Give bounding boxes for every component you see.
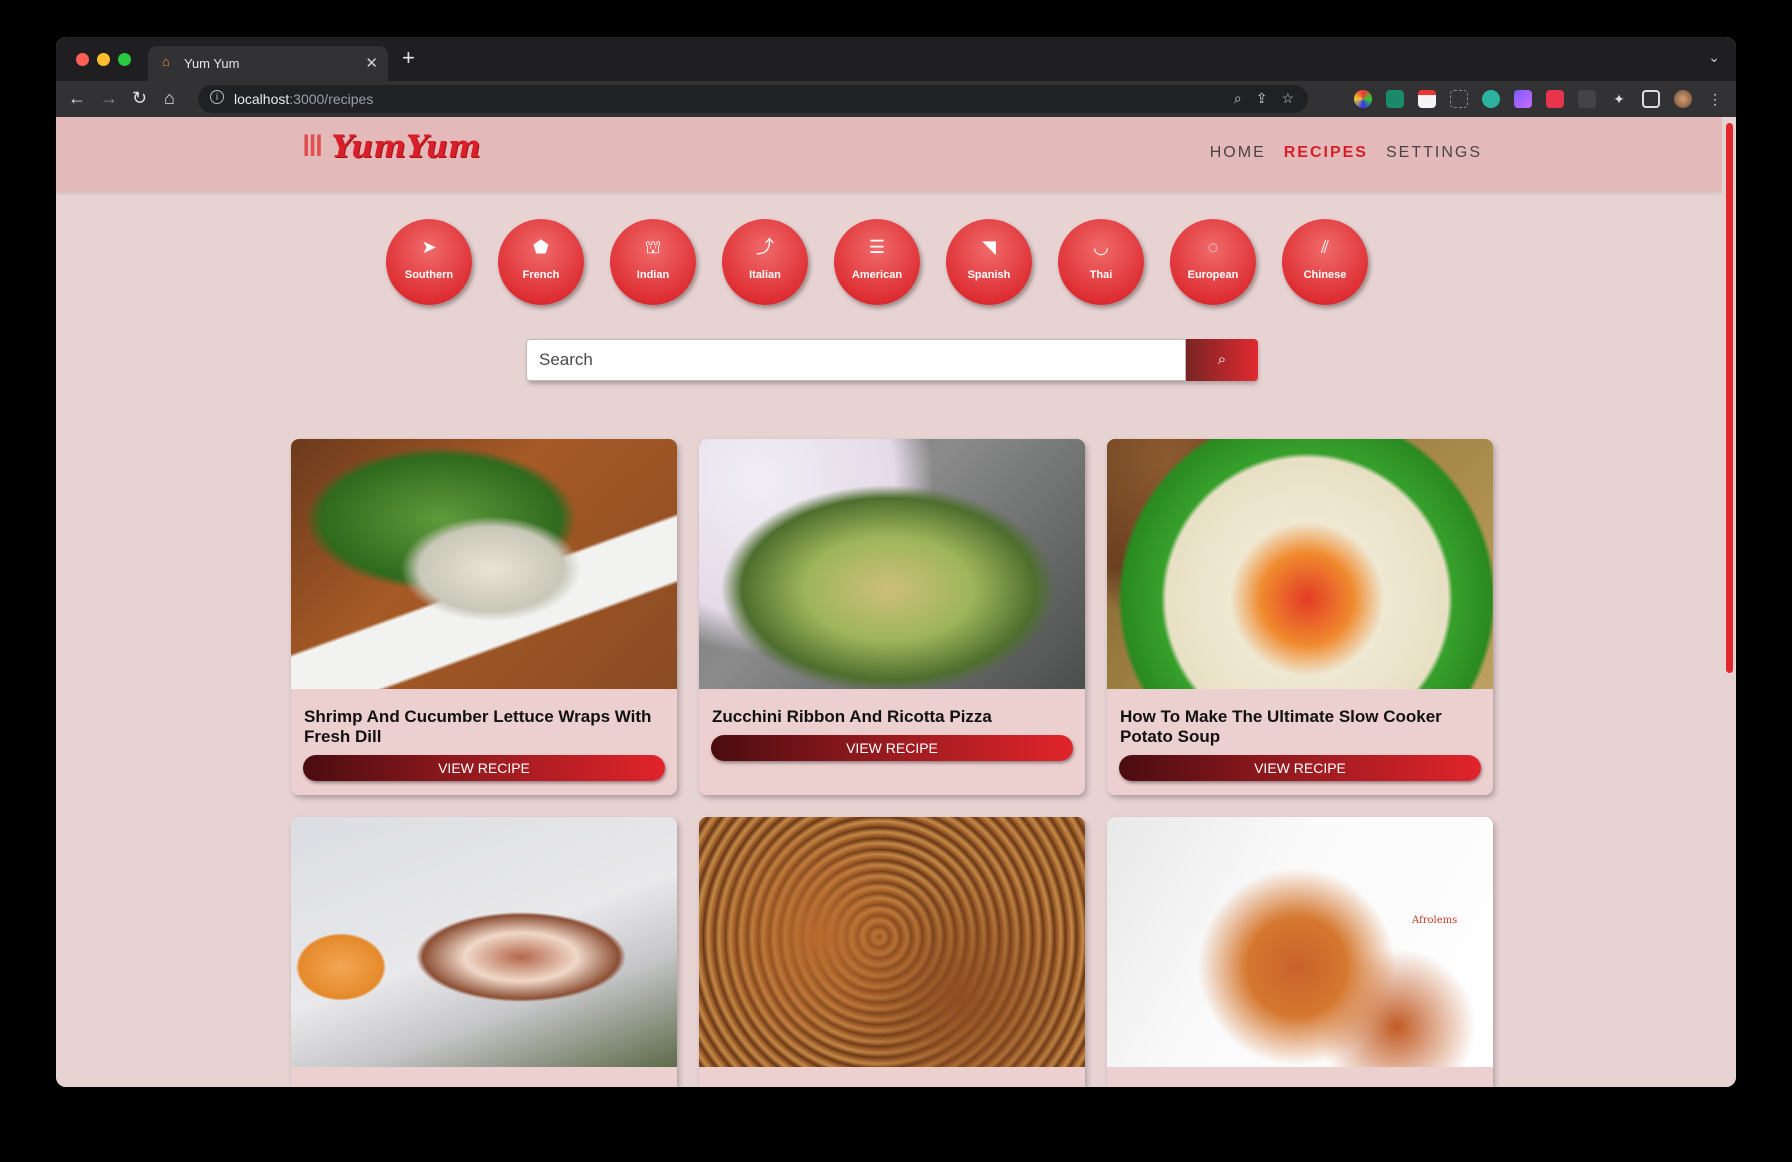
share-icon[interactable]: ⇪	[1256, 90, 1268, 107]
recipe-title: How To Make The Ultimate Slow Cooker Pot…	[1120, 707, 1442, 746]
chopsticks-icon: ⫽	[1320, 237, 1330, 257]
browser-tab[interactable]: ⌂ Yum Yum ✕	[148, 46, 388, 81]
view-recipe-button[interactable]: VIEW RECIPE	[711, 735, 1073, 761]
cuisine-indian[interactable]: ⛫ Indian	[610, 219, 696, 305]
site-info-icon[interactable]: i	[210, 90, 224, 104]
cuisine-filters: ➤ Southern ⬟ French ⛫ Indian ⤴ Italian ☰ Amer…	[386, 219, 1368, 305]
color-extension-icon[interactable]	[1354, 90, 1372, 108]
cuisine-label: Southern	[404, 269, 454, 281]
map-pin-icon: ➤	[421, 237, 437, 257]
reload-icon[interactable]: ↻	[132, 87, 147, 109]
recipe-title: Zucchini Ribbon And Ricotta Pizza	[712, 707, 992, 726]
spain-icon: ◥	[982, 237, 996, 257]
extension-icon[interactable]	[1386, 90, 1404, 108]
cuisine-european[interactable]: ◌ European	[1170, 219, 1256, 305]
image-watermark: Afrolems	[1412, 915, 1458, 926]
search-button[interactable]: ⌕	[1186, 339, 1258, 381]
recipe-image[interactable]	[291, 817, 677, 1067]
recipe-image[interactable]	[291, 439, 677, 689]
back-icon[interactable]: ←	[68, 87, 86, 109]
view-recipe-button[interactable]: VIEW RECIPE	[1119, 755, 1481, 781]
w-extension-icon[interactable]	[1482, 90, 1500, 108]
calendar-extension-icon[interactable]	[1418, 90, 1436, 108]
cuisine-chinese[interactable]: ⫽ Chinese	[1282, 219, 1368, 305]
recipe-grid: Shrimp And Cucumber Lettuce Wraps With F…	[291, 439, 1493, 1087]
dark-extension-icon[interactable]	[1578, 90, 1596, 108]
cuisine-label: French	[522, 269, 560, 281]
url-text: localhost:3000/recipes	[234, 91, 374, 107]
recipe-title: Shrimp And Cucumber Lettuce Wraps With F…	[304, 707, 652, 746]
cuisine-italian[interactable]: ⤴ Italian	[722, 219, 808, 305]
taj-mahal-icon: ⛫	[644, 237, 662, 257]
new-tab-icon[interactable]: +	[402, 47, 415, 69]
page-content: ǀǀǀ YumYum HOME RECIPES SETTINGS ➤ Southe…	[56, 117, 1722, 1087]
logo-text: YumYum	[331, 129, 481, 165]
bookmark-star-icon[interactable]: ☆	[1281, 90, 1294, 107]
page-scrollbar[interactable]	[1722, 117, 1736, 1087]
cuisine-label: Chinese	[1303, 269, 1347, 281]
screenshot-extension-icon[interactable]	[1450, 90, 1468, 108]
scrollbar-thumb[interactable]	[1726, 123, 1733, 673]
cuisine-southern[interactable]: ➤ Southern	[386, 219, 472, 305]
side-panel-icon[interactable]	[1642, 90, 1660, 108]
browser-toolbar: ← → ↻ ⌂ i localhost:3000/recipes ⌕ ⇪ ☆ ✦	[56, 81, 1736, 117]
italy-icon: ⤴	[756, 237, 774, 257]
recipe-card	[699, 817, 1085, 1087]
zoom-icon[interactable]: ⌕	[1234, 90, 1242, 107]
us-flag-icon: ☰	[868, 237, 886, 257]
recipe-image[interactable]	[699, 439, 1085, 689]
noodle-bowl-icon: ◡	[1093, 237, 1109, 257]
recipe-card: Zucchini Ribbon And Ricotta Pizza VIEW R…	[699, 439, 1085, 795]
cuisine-label: Thai	[1089, 269, 1113, 281]
tab-bar: ⌂ Yum Yum ✕ + ⌄	[56, 37, 1736, 81]
cuisine-label: Indian	[636, 269, 670, 281]
minimize-window-button[interactable]	[97, 53, 110, 66]
nav-settings[interactable]: SETTINGS	[1386, 144, 1482, 162]
forward-icon[interactable]: →	[100, 87, 118, 109]
tab-search-icon[interactable]: ⌄	[1708, 49, 1720, 66]
browser-window: ⌂ Yum Yum ✕ + ⌄ ← → ↻ ⌂ i localhost:3000…	[56, 37, 1736, 1087]
cuisine-spanish[interactable]: ◥ Spanish	[946, 219, 1032, 305]
france-icon: ⬟	[533, 237, 549, 257]
cuisine-french[interactable]: ⬟ French	[498, 219, 584, 305]
search-input[interactable]	[526, 339, 1186, 381]
puzzle-extensions-icon[interactable]: ✦	[1610, 90, 1628, 108]
recipe-image[interactable]	[699, 817, 1085, 1067]
recipe-card: Afrolems	[1107, 817, 1493, 1087]
profile-avatar[interactable]	[1674, 90, 1692, 108]
cuisine-label: Italian	[749, 269, 781, 281]
utensils-icon: ǀǀǀ	[302, 130, 323, 163]
recipe-image[interactable]	[1107, 439, 1493, 689]
site-header: ǀǀǀ YumYum HOME RECIPES SETTINGS	[56, 117, 1722, 191]
zoom-window-button[interactable]	[118, 53, 131, 66]
extensions-area: ✦ ⋮	[1354, 90, 1724, 108]
nav-home[interactable]: HOME	[1210, 144, 1266, 162]
window-controls	[76, 53, 131, 66]
tab-title: Yum Yum	[184, 56, 240, 71]
recipe-card: Shrimp And Cucumber Lettuce Wraps With F…	[291, 439, 677, 795]
cuisine-thai[interactable]: ◡ Thai	[1058, 219, 1144, 305]
cuisine-label: Spanish	[967, 269, 1011, 281]
site-logo[interactable]: ǀǀǀ YumYum	[302, 129, 481, 165]
more-menu-icon[interactable]: ⋮	[1706, 90, 1724, 108]
cuisine-label: European	[1187, 269, 1239, 281]
purple-extension-icon[interactable]	[1514, 90, 1532, 108]
home-favicon-icon: ⌂	[162, 54, 170, 69]
home-icon[interactable]: ⌂	[164, 87, 175, 109]
address-bar[interactable]: i localhost:3000/recipes ⌕ ⇪ ☆	[198, 85, 1308, 113]
search-bar: ⌕	[526, 339, 1258, 381]
close-tab-icon[interactable]: ✕	[365, 54, 378, 72]
close-window-button[interactable]	[76, 53, 89, 66]
eu-stars-icon: ◌	[1207, 237, 1219, 257]
recipe-image[interactable]: Afrolems	[1107, 817, 1493, 1067]
recipe-card	[291, 817, 677, 1087]
search-icon: ⌕	[1217, 351, 1227, 368]
nav-recipes[interactable]: RECIPES	[1284, 144, 1368, 162]
main-nav: HOME RECIPES SETTINGS	[1210, 144, 1482, 162]
red-extension-icon[interactable]	[1546, 90, 1564, 108]
cuisine-american[interactable]: ☰ American	[834, 219, 920, 305]
recipe-card: How To Make The Ultimate Slow Cooker Pot…	[1107, 439, 1493, 795]
view-recipe-button[interactable]: VIEW RECIPE	[303, 755, 665, 781]
cuisine-label: American	[851, 269, 903, 281]
